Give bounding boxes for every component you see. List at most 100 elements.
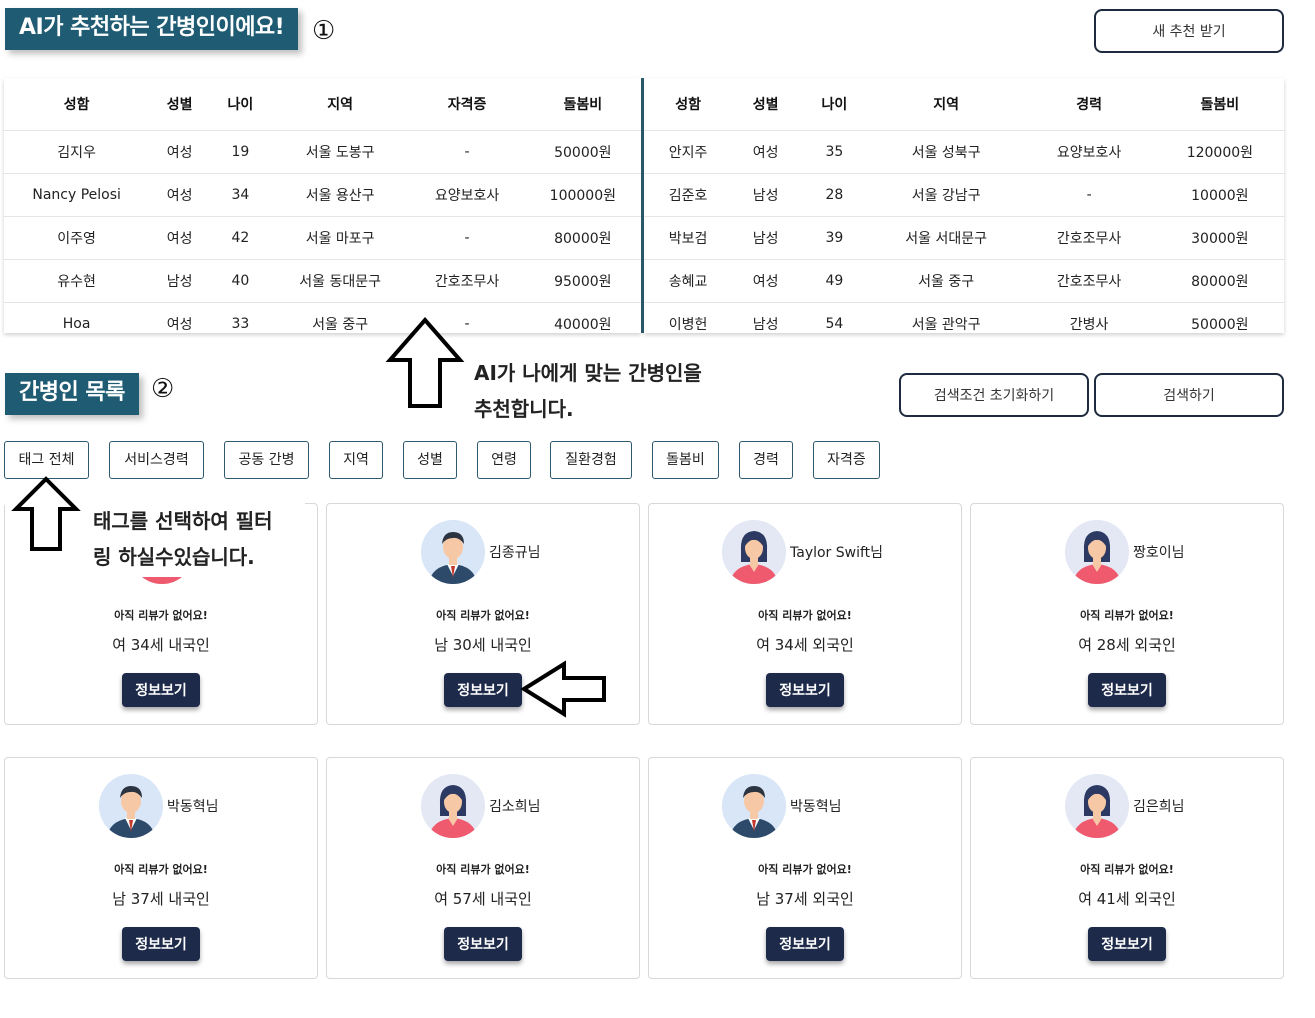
table-cell: 30000원 — [1155, 216, 1284, 260]
caregiver-card[interactable]: 박동혁님 아직 리뷰가 없어요! 남 37세 외국인 정보보기 — [648, 757, 962, 979]
tag-care-fee[interactable]: 돌봄비 — [652, 441, 719, 479]
table-row[interactable]: 송혜교 여성 49 서울 중구 간호조무사 80000원 — [644, 259, 1284, 303]
tag-disease-experience[interactable]: 질환경험 — [550, 441, 632, 479]
caregiver-name: 김은희님 — [1133, 799, 1185, 815]
view-info-button[interactable]: 정보보기 — [766, 927, 844, 961]
ai-recommend-title: AI가 추천하는 간병인이에요! — [5, 8, 299, 50]
table-row[interactable]: 안지주 여성 35 서울 성북구 요양보호사 120000원 — [644, 130, 1284, 174]
table-cell: 남성 — [732, 302, 800, 345]
caregiver-name: 짱호이님 — [1133, 545, 1185, 561]
table-cell: 49 — [799, 259, 870, 303]
tag-annotation-line2: 링 하실수있습니다. — [93, 545, 255, 569]
column-header: 돌봄비 — [1200, 97, 1240, 113]
table-cell: 95000원 — [524, 259, 641, 303]
review-status: 아직 리뷰가 없어요! — [114, 609, 208, 622]
column-header: 성별 — [166, 97, 193, 113]
column-header: 성함 — [63, 97, 90, 113]
table-row[interactable]: 이병헌 남성 54 서울 관악구 간병사 50000원 — [644, 302, 1284, 345]
up-arrow-icon — [385, 316, 465, 408]
avatar — [722, 520, 786, 584]
review-status: 아직 리뷰가 없어요! — [436, 863, 530, 876]
column-header: 나이 — [227, 97, 254, 113]
table-cell: 서울 서대문구 — [869, 216, 1023, 260]
tag-region[interactable]: 지역 — [329, 441, 383, 479]
table-cell: 서울 중구 — [869, 259, 1023, 303]
view-info-button[interactable]: 정보보기 — [444, 927, 522, 961]
caregiver-card[interactable]: Taylor Swift님 아직 리뷰가 없어요! 여 34세 외국인 정보보기 — [648, 503, 962, 725]
tag-all[interactable]: 태그 전체 — [4, 441, 89, 479]
review-status: 아직 리뷰가 없어요! — [1080, 863, 1174, 876]
table-row[interactable]: 박보검 남성 39 서울 서대문구 간호조무사 30000원 — [644, 216, 1284, 260]
view-info-button[interactable]: 정보보기 — [1088, 673, 1166, 707]
table-row[interactable]: Nancy Pelosi 여성 34 서울 용산구 요양보호사 100000원 — [4, 173, 641, 217]
table-row[interactable]: 이주영 여성 42 서울 마포구 -80000원 — [4, 216, 641, 260]
table-row[interactable]: 김준호 남성 28 서울 강남구 -10000원 — [644, 173, 1284, 217]
view-info-button[interactable]: 정보보기 — [1088, 927, 1166, 961]
table-cell: 서울 성북구 — [869, 130, 1023, 174]
caregiver-card[interactable]: 박동혁님 아직 리뷰가 없어요! 남 37세 내국인 정보보기 — [4, 757, 318, 979]
column-header: 경력 — [1076, 97, 1102, 113]
caregiver-card[interactable]: 김소희님 아직 리뷰가 없어요! 여 57세 내국인 정보보기 — [326, 757, 640, 979]
table-cell: 120000원 — [1155, 130, 1284, 174]
table-cell: 요양보호사 — [1022, 130, 1156, 174]
view-info-button[interactable]: 정보보기 — [444, 673, 522, 707]
table-cell: 남성 — [732, 216, 800, 260]
table-cell: - — [409, 216, 525, 260]
table-cell: - — [1022, 173, 1156, 217]
table-cell: 서울 마포구 — [270, 216, 410, 260]
view-info-button[interactable]: 정보보기 — [122, 927, 200, 961]
search-button[interactable]: 검색하기 — [1094, 373, 1284, 417]
reset-search-button[interactable]: 검색조건 초기화하기 — [899, 373, 1089, 417]
caregiver-name: 김소희님 — [489, 799, 541, 815]
caregiver-meta: 남 37세 외국인 — [756, 890, 854, 908]
table-row[interactable]: Hoa 여성 33 서울 중구 -40000원 — [4, 302, 641, 345]
tag-annotation-line1: 태그를 선택하여 필터 — [93, 509, 273, 533]
table-cell: 35 — [799, 130, 870, 174]
review-status: 아직 리뷰가 없어요! — [1080, 609, 1174, 622]
view-info-button[interactable]: 정보보기 — [122, 673, 200, 707]
tag-license[interactable]: 자격증 — [813, 441, 880, 479]
table-row[interactable]: 유수현 남성 40 서울 동대문구 간호조무사 95000원 — [4, 259, 641, 303]
table-cell: 34 — [209, 173, 271, 217]
table-cell: 서울 관악구 — [869, 302, 1023, 345]
caregiver-meta: 남 30세 내국인 — [434, 636, 532, 654]
table-cell: 이주영 — [4, 216, 150, 260]
table-cell: Nancy Pelosi — [4, 173, 150, 217]
up-arrow-icon — [11, 476, 81, 551]
tag-service-career[interactable]: 서비스경력 — [109, 441, 204, 479]
caregiver-name: 박동혁님 — [167, 799, 219, 815]
tag-age[interactable]: 연령 — [477, 441, 531, 479]
review-status: 아직 리뷰가 없어요! — [758, 609, 852, 622]
table-cell: 간병사 — [1022, 302, 1156, 345]
caregiver-meta: 남 37세 내국인 — [112, 890, 210, 908]
avatar — [722, 774, 786, 838]
avatar — [421, 520, 485, 584]
table-cell: 40000원 — [524, 302, 641, 345]
new-recommend-button[interactable]: 새 추천 받기 — [1094, 9, 1284, 53]
table-cell: 여성 — [732, 259, 800, 303]
left-arrow-icon — [520, 660, 606, 718]
view-info-button[interactable]: 정보보기 — [766, 673, 844, 707]
caregiver-name: Taylor Swift님 — [790, 545, 884, 561]
tag-gender[interactable]: 성별 — [403, 441, 457, 479]
table-cell: 39 — [799, 216, 870, 260]
recommend-table-left: 성함 성별 나이 지역 자격증 돌봄비 김지우 여성 19 서울 도봉구 -50000원 Nancy … — [4, 78, 641, 345]
avatar — [1065, 520, 1129, 584]
tag-shared-care[interactable]: 공동 간병 — [224, 441, 309, 479]
caregiver-list-title: 간병인 목록 — [5, 373, 139, 415]
caregiver-card[interactable]: 김은희님 아직 리뷰가 없어요! 여 41세 외국인 정보보기 — [970, 757, 1284, 979]
tag-career[interactable]: 경력 — [739, 441, 793, 479]
table-row[interactable]: 김지우 여성 19 서울 도봉구 -50000원 — [4, 130, 641, 174]
caregiver-card[interactable]: 짱호이님 아직 리뷰가 없어요! 여 28세 외국인 정보보기 — [970, 503, 1284, 725]
table-cell: 서울 동대문구 — [270, 259, 410, 303]
ai-annotation-line2: 추천합니다. — [474, 397, 574, 421]
table-cell: 서울 도봉구 — [270, 130, 410, 174]
table-cell: 여성 — [149, 302, 210, 345]
avatar — [421, 774, 485, 838]
ai-annotation: AI가 나에게 맞는 간병인을 추천합니다. — [474, 355, 702, 427]
table-cell: 김준호 — [644, 173, 733, 217]
table-cell: 간호조무사 — [409, 259, 525, 303]
table-cell: 유수현 — [4, 259, 150, 303]
table-cell: 28 — [799, 173, 870, 217]
table-cell: 간호조무사 — [1022, 216, 1156, 260]
